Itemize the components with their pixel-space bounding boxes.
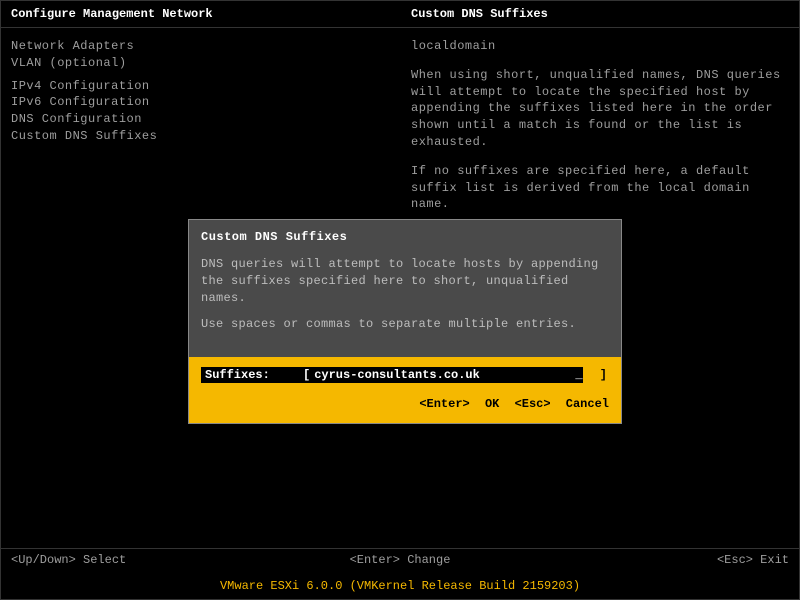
suffixes-input[interactable]: cyrus-consultants.co.uk [312, 367, 575, 383]
suffixes-input-row[interactable]: Suffixes: [ cyrus-consultants.co.uk _ ] [201, 367, 609, 383]
dialog-body-2: Use spaces or commas to separate multipl… [201, 316, 609, 333]
suffixes-label: Suffixes: [201, 367, 297, 383]
esxi-dcui-screen: Configure Management Network Custom DNS … [0, 0, 800, 600]
info-domain: localdomain [411, 38, 789, 55]
menu-item-custom-dns-suffixes[interactable]: Custom DNS Suffixes [11, 128, 391, 145]
bracket-right: ] [598, 367, 609, 383]
header-left-title: Configure Management Network [11, 7, 401, 21]
dialog-title: Custom DNS Suffixes [201, 230, 609, 244]
hint-updown: <Up/Down> Select [11, 553, 270, 567]
menu-item-vlan[interactable]: VLAN (optional) [11, 55, 391, 72]
header-right-title: Custom DNS Suffixes [401, 7, 789, 21]
header-bar: Configure Management Network Custom DNS … [1, 1, 799, 28]
bracket-left: [ [297, 367, 312, 383]
footer-hints: <Up/Down> Select <Enter> Change <Esc> Ex… [1, 548, 799, 571]
cancel-button[interactable]: Cancel [566, 397, 609, 411]
menu-item-ipv4[interactable]: IPv4 Configuration [11, 78, 391, 95]
dialog-actions: <Enter> OK <Esc> Cancel [201, 397, 609, 411]
menu-item-dns[interactable]: DNS Configuration [11, 111, 391, 128]
dialog-description: DNS queries will attempt to locate hosts… [201, 256, 609, 333]
dialog-body-1: DNS queries will attempt to locate hosts… [201, 256, 609, 306]
cancel-key-hint: <Esc> [515, 397, 551, 411]
hint-enter: <Enter> Change [270, 553, 529, 567]
status-bar: VMware ESXi 6.0.0 (VMKernel Release Buil… [1, 575, 799, 599]
info-paragraph-2: If no suffixes are specified here, a def… [411, 163, 789, 213]
dialog-header-area: Custom DNS Suffixes DNS queries will att… [189, 220, 621, 357]
text-cursor: _ [575, 367, 582, 383]
menu-panel: Network Adapters VLAN (optional) IPv4 Co… [11, 38, 391, 225]
menu-item-network-adapters[interactable]: Network Adapters [11, 38, 391, 55]
info-panel: localdomain When using short, unqualifie… [391, 38, 789, 225]
hint-esc: <Esc> Exit [530, 553, 789, 567]
ok-button[interactable]: OK [485, 397, 499, 411]
input-gap [583, 367, 598, 383]
content-area: Network Adapters VLAN (optional) IPv4 Co… [1, 28, 799, 235]
dialog-input-area: Suffixes: [ cyrus-consultants.co.uk _ ] … [189, 357, 621, 423]
custom-dns-suffixes-dialog: Custom DNS Suffixes DNS queries will att… [188, 219, 622, 424]
ok-key-hint: <Enter> [419, 397, 469, 411]
menu-item-ipv6[interactable]: IPv6 Configuration [11, 94, 391, 111]
info-paragraph-1: When using short, unqualified names, DNS… [411, 67, 789, 151]
